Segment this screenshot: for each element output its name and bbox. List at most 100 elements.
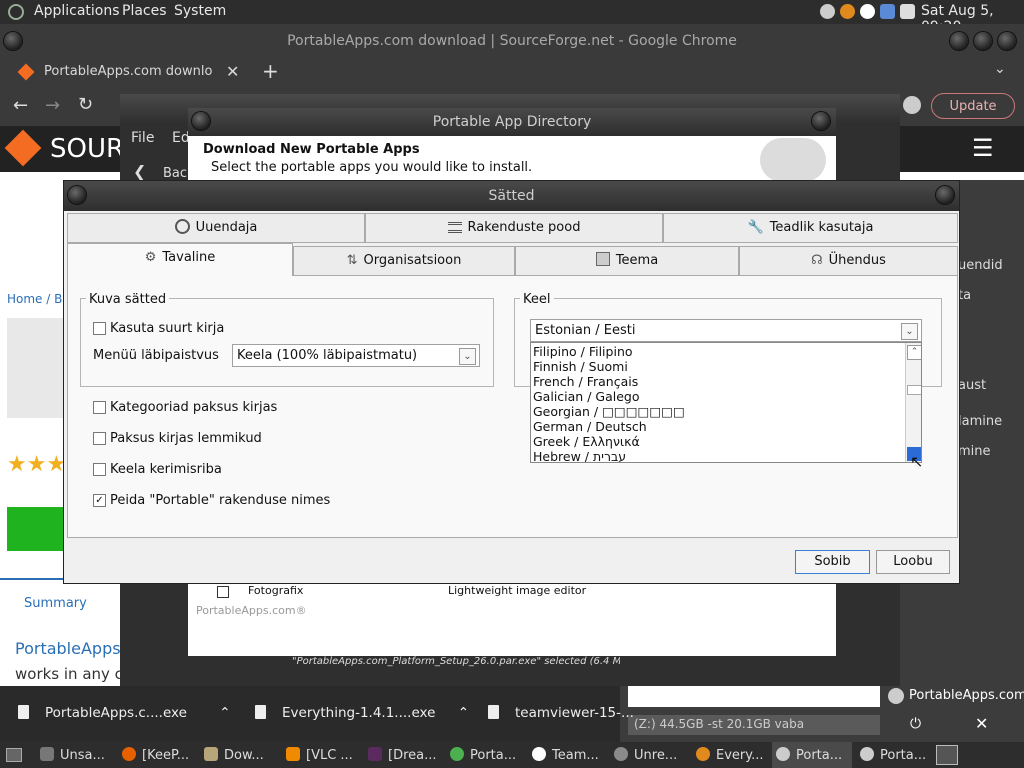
menu-places[interactable]: Places — [122, 3, 167, 19]
kuva-group — [80, 298, 494, 387]
directory-knob-icon[interactable] — [192, 112, 210, 130]
list-item[interactable]: Georgian / □□□□□□□ — [533, 404, 685, 419]
cancel-button[interactable]: Loobu — [876, 550, 950, 574]
browser-tab[interactable]: PortableApps.com download | ✕ — [8, 58, 248, 88]
teamviewer-tray-icon[interactable] — [880, 4, 895, 19]
pa-side-item-3[interactable]: aust — [958, 378, 986, 393]
keel-group-title: Keel — [520, 292, 554, 307]
profile-avatar-icon[interactable] — [903, 96, 921, 114]
pa-side-item-5[interactable]: mine — [958, 444, 991, 459]
chevron-down-icon[interactable]: ⌄ — [459, 348, 476, 365]
pa-side-item-1[interactable]: uendid — [958, 258, 1003, 273]
bold-favorites-checkbox[interactable] — [93, 432, 106, 445]
chrome-menu-icon[interactable]: ⋮ — [1019, 96, 1024, 112]
steam-tray-icon[interactable] — [820, 4, 835, 19]
connection-icon: ☊ — [811, 253, 823, 268]
download-item-2[interactable]: Everything-1.4.1....exe ⌃ — [255, 705, 469, 722]
chevron-down-icon[interactable]: ⌄ — [901, 323, 918, 340]
tab-teadlik-kasutaja[interactable]: 🔧 Teadlik kasutaja — [663, 213, 958, 243]
back-chevron-icon[interactable]: ❮ — [133, 162, 146, 181]
pa-side-item-4[interactable]: lamine — [958, 414, 1002, 429]
list-item[interactable]: Hebrew / עברית — [533, 449, 626, 462]
window-item[interactable]: Dow... — [204, 747, 264, 764]
window-item[interactable]: Every... — [696, 747, 764, 764]
list-item[interactable]: Filipino / Filipino — [533, 344, 633, 359]
list-item[interactable]: German / Deutsch — [533, 419, 647, 434]
tab-teema[interactable]: Teema — [515, 246, 739, 276]
window-item-active[interactable]: Porta... — [772, 742, 852, 768]
chevron-up-icon[interactable]: ⌃ — [219, 705, 230, 721]
back-arrow-icon[interactable]: ← — [13, 95, 28, 116]
scroll-thumb[interactable] — [907, 385, 921, 395]
close-menu-icon[interactable]: ✕ — [975, 714, 988, 733]
settings-close-knob-icon[interactable] — [936, 186, 954, 204]
window-item[interactable]: Team... — [532, 747, 599, 764]
bold-favorites-label[interactable]: Paksus kirjas lemmikud — [110, 431, 262, 446]
disable-scrollbar-label[interactable]: Keela kerimisriba — [110, 462, 222, 477]
reload-icon[interactable]: ↻ — [78, 94, 93, 115]
forward-arrow-icon[interactable]: → — [45, 95, 60, 116]
window-item[interactable]: [KeeP... — [122, 747, 189, 764]
language-dropdown-list[interactable]: Filipino / Filipino Finnish / Suomi Fren… — [530, 342, 922, 463]
window-item[interactable]: Unsa... — [40, 747, 105, 764]
list-item[interactable]: Greek / Ελληνικά — [533, 434, 640, 449]
window-item[interactable]: [VLC ... — [286, 747, 353, 764]
language-select[interactable]: Estonian / Eesti ⌄ — [530, 319, 922, 342]
list-item[interactable]: French / Français — [533, 374, 638, 389]
tab-search-chevron-icon[interactable]: ⌄ — [994, 61, 1006, 77]
tab-uuendaja[interactable]: Uuendaja — [67, 213, 365, 243]
portableapps-brand[interactable]: PortableApps.com — [909, 688, 1024, 703]
update-button[interactable]: Update — [931, 93, 1015, 119]
download-item-1[interactable]: PortableApps.c....exe ⌃ — [18, 705, 231, 722]
large-text-checkbox[interactable] — [93, 322, 106, 335]
bold-categories-checkbox[interactable] — [93, 401, 106, 414]
chevron-up-icon[interactable]: ⌃ — [458, 705, 469, 721]
download-item-3[interactable]: teamviewer-15-... — [488, 705, 634, 722]
row-checkbox[interactable] — [217, 586, 229, 598]
distro-logo-icon[interactable] — [8, 4, 24, 20]
search-tray-icon[interactable] — [840, 4, 855, 19]
window-item[interactable]: Porta... — [860, 747, 926, 764]
language-scrollbar[interactable]: ⌃ — [905, 343, 921, 462]
tab-rakenduste-pood[interactable]: Rakenduste pood — [365, 213, 663, 243]
window-knob-icon[interactable] — [4, 32, 22, 50]
scroll-up-icon[interactable]: ⌃ — [907, 345, 921, 360]
large-text-label[interactable]: Kasuta suurt kirja — [110, 321, 224, 336]
hide-portable-label[interactable]: Peida "Portable" rakenduse nimes — [110, 493, 330, 508]
hide-portable-checkbox[interactable]: ✓ — [93, 494, 106, 507]
back-label[interactable]: Bac — [163, 166, 187, 181]
new-tab-icon[interactable]: + — [262, 59, 279, 83]
settings-menu-knob-icon[interactable] — [68, 186, 86, 204]
bold-categories-label[interactable]: Kategooriad paksus kirjas — [110, 400, 277, 415]
tab-organisatsioon[interactable]: ⇅ Organisatsioon — [293, 246, 515, 276]
tab-close-icon[interactable]: ✕ — [226, 62, 239, 81]
menu-system[interactable]: System — [174, 3, 226, 19]
menu-applications[interactable]: Applications — [34, 3, 120, 19]
window-item[interactable]: Porta... — [450, 747, 516, 764]
page-headline[interactable]: PortableApps.c — [15, 639, 134, 658]
maximize-knob-icon[interactable] — [974, 32, 992, 50]
directory-list-row[interactable]: Fotografix Lightweight image editor — [210, 584, 618, 598]
menu-transparency-select[interactable]: Keela (100% läbipaistmatu) ⌄ — [232, 344, 480, 367]
tab-tavaline[interactable]: ⚙ Tavaline — [67, 243, 293, 277]
teamviewer-icon — [532, 747, 546, 761]
list-item[interactable]: Galician / Galego — [533, 389, 639, 404]
download-button[interactable] — [7, 507, 67, 551]
close-knob-icon[interactable] — [998, 32, 1016, 50]
window-item[interactable]: [Drea... — [368, 747, 437, 764]
directory-close-knob-icon[interactable] — [812, 112, 830, 130]
power-icon[interactable]: ⏻ — [910, 716, 921, 732]
summary-tab[interactable]: Summary — [0, 578, 105, 630]
disable-scrollbar-checkbox[interactable] — [93, 463, 106, 476]
window-item[interactable]: Unre... — [614, 747, 677, 764]
portableapps-tray-icon[interactable] — [860, 4, 875, 19]
hamburger-menu-icon[interactable]: ☰ — [972, 134, 994, 162]
minimize-knob-icon[interactable] — [950, 32, 968, 50]
list-item[interactable]: Finnish / Suomi — [533, 359, 628, 374]
ok-button[interactable]: Sobib — [795, 550, 870, 574]
tab-uhendus[interactable]: ☊ Ühendus — [739, 246, 958, 276]
show-desktop-icon[interactable] — [6, 748, 22, 762]
file-menu[interactable]: File — [131, 130, 154, 146]
workspace-switcher-icon[interactable] — [936, 745, 958, 765]
pa-side-item-2[interactable]: ta — [958, 288, 971, 303]
